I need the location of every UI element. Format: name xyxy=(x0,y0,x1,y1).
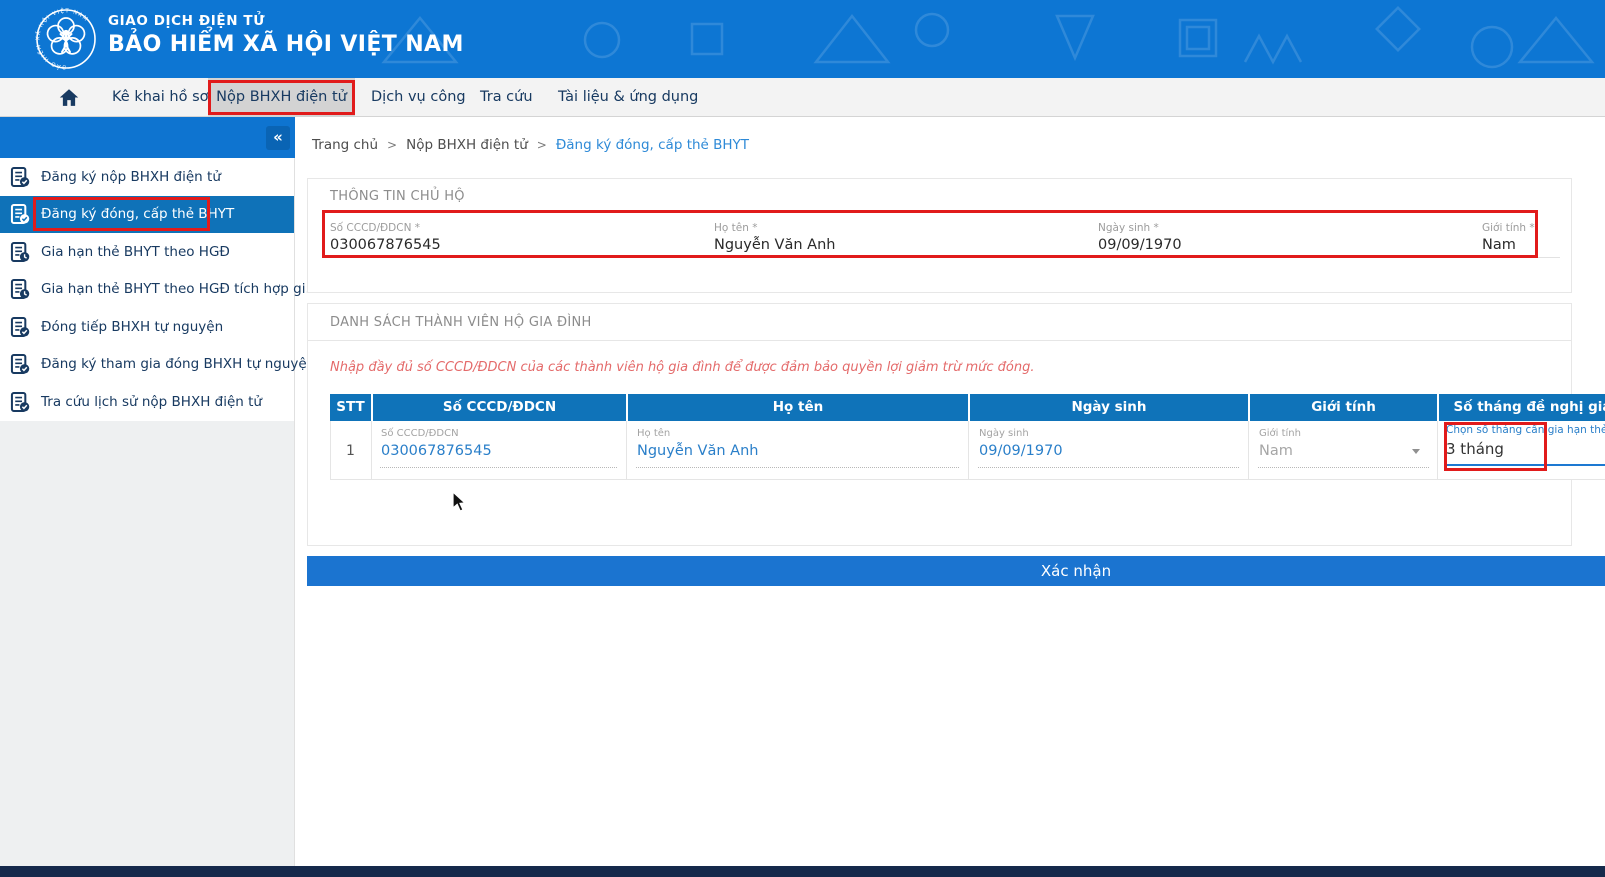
nav-item-tra-cuu[interactable]: Tra cứu xyxy=(480,78,533,117)
row-cccd-input[interactable]: Số CCCD/ĐDCN 030067876545 xyxy=(381,428,492,459)
sidebar-item-label: Đóng tiếp BHXH tự nguyện xyxy=(41,319,223,335)
doc-check-icon xyxy=(9,316,31,338)
breadcrumb-home[interactable]: Trang chủ xyxy=(312,137,378,153)
owner-cccd-value: 030067876545 xyxy=(330,237,698,253)
breadcrumb-nop-bhxh[interactable]: Nộp BHXH điện tử xyxy=(406,137,528,153)
sidebar-item-label: Gia hạn thẻ BHYT theo HGĐ tích hợp gi... xyxy=(41,281,318,297)
doc-check-icon xyxy=(9,391,31,413)
header-banner: BẢO HIỂM XÃ HỘI VIỆT NAM GIAO DỊCH ĐIỆN … xyxy=(0,0,1605,78)
members-note: Nhập đầy đủ số CCCD/ĐDCN của các thành v… xyxy=(330,360,1034,375)
home-icon[interactable] xyxy=(58,87,80,108)
breadcrumb-current-page: Đăng ký đóng, cấp thẻ BHYT xyxy=(556,137,749,153)
sidebar-item-dang-ky-nop-bhxh[interactable]: Đăng ký nộp BHXH điện tử xyxy=(0,158,294,196)
gender-input-underline xyxy=(1258,467,1429,468)
sidebar-item-gia-han-the-bhyt-hgd-tich-hop[interactable]: Gia hạn thẻ BHYT theo HGĐ tích hợp gi... xyxy=(0,271,294,309)
sidebar-item-tra-cuu-lich-su[interactable]: Tra cứu lịch sử nộp BHXH điện tử xyxy=(0,383,294,421)
mouse-cursor xyxy=(452,491,467,513)
owner-gender-field[interactable]: Giới tính * Nam xyxy=(1482,222,1560,258)
col-header-gender: Giới tính xyxy=(1250,394,1437,421)
owner-dob-value: 09/09/1970 xyxy=(1098,237,1466,253)
owner-section-title: THÔNG TIN CHỦ HỘ xyxy=(330,189,465,204)
column-divider xyxy=(968,421,969,480)
breadcrumb-separator: > xyxy=(387,138,397,152)
doc-check-icon xyxy=(9,353,31,375)
footer-bar xyxy=(0,866,1605,877)
row-name-input[interactable]: Họ tên Nguyễn Văn Anh xyxy=(637,428,758,459)
members-title-divider xyxy=(308,340,1571,341)
cccd-input-underline xyxy=(380,467,617,468)
column-divider xyxy=(371,421,372,480)
sidebar-item-dang-ky-tham-gia-dong-bhxh[interactable]: Đăng ký tham gia đóng BHXH tự nguyện xyxy=(0,346,294,384)
nav-item-dich-vu-cong[interactable]: Dịch vụ công xyxy=(371,78,466,117)
row-dob-label: Ngày sinh xyxy=(979,428,1063,439)
sidebar-item-dong-tiep-bhxh-tu-nguyen[interactable]: Đóng tiếp BHXH tự nguyện xyxy=(0,308,294,346)
breadcrumb-separator: > xyxy=(537,138,547,152)
row-gender-label: Giới tính xyxy=(1259,428,1301,439)
dob-input-underline xyxy=(978,467,1239,468)
row-stt-value: 1 xyxy=(330,443,371,459)
col-header-stt: STT xyxy=(330,394,371,421)
doc-clock-icon xyxy=(9,278,31,300)
row-cccd-value: 030067876545 xyxy=(381,443,492,459)
nav-item-nop-bhxh-dien-tu[interactable]: Nộp BHXH điện tử xyxy=(208,78,355,117)
row-gender-value: Nam xyxy=(1259,443,1301,459)
sidebar-item-label: Đăng ký đóng, cấp thẻ BHYT xyxy=(41,206,234,222)
column-divider xyxy=(1248,421,1249,480)
dong-son-pattern xyxy=(340,0,1605,78)
row-gender-select[interactable]: Giới tính Nam xyxy=(1259,428,1301,459)
owner-cccd-label: Số CCCD/ĐDCN * xyxy=(330,222,698,234)
owner-name-field[interactable]: Họ tên * Nguyễn Văn Anh xyxy=(714,222,1082,258)
row-months-select[interactable]: Chọn số tháng cần gia hạn thẻ BHYT 3 thá… xyxy=(1446,424,1605,458)
col-header-months: Số tháng đề nghị gia xyxy=(1439,394,1605,421)
members-section-title: DANH SÁCH THÀNH VIÊN HỘ GIA ĐÌNH xyxy=(330,315,592,330)
row-name-label: Họ tên xyxy=(637,428,758,439)
col-header-name: Họ tên xyxy=(628,394,968,421)
column-divider xyxy=(626,421,627,480)
months-focus-underline xyxy=(1446,464,1605,466)
sidebar-item-label: Tra cứu lịch sử nộp BHXH điện tử xyxy=(41,394,262,410)
col-header-cccd: Số CCCD/ĐDCN xyxy=(373,394,626,421)
row-dob-input[interactable]: Ngày sinh 09/09/1970 xyxy=(979,428,1063,459)
col-header-dob: Ngày sinh xyxy=(970,394,1248,421)
sidebar-item-label: Gia hạn thẻ BHYT theo HGĐ xyxy=(41,244,230,260)
bhxh-logo: BẢO HIỂM XÃ HỘI VIỆT NAM xyxy=(34,7,98,71)
sidebar-menu: Đăng ký nộp BHXH điện tử Đăng ký đóng, c… xyxy=(0,158,294,421)
name-input-underline xyxy=(636,467,959,468)
sidebar-item-gia-han-the-bhyt-hgd[interactable]: Gia hạn thẻ BHYT theo HGĐ xyxy=(0,233,294,271)
owner-gender-value: Nam xyxy=(1482,237,1560,253)
nav-item-ke-khai-ho-so[interactable]: Kê khai hồ sơ xyxy=(112,78,209,117)
doc-check-icon xyxy=(9,203,31,225)
row-cccd-label: Số CCCD/ĐDCN xyxy=(381,428,492,439)
row-months-label: Chọn số tháng cần gia hạn thẻ BHYT xyxy=(1446,424,1605,436)
row-months-value: 3 tháng xyxy=(1446,440,1605,458)
chevron-down-icon[interactable] xyxy=(1412,449,1420,454)
breadcrumb: Trang chủ > Nộp BHXH điện tử > Đăng ký đ… xyxy=(312,136,749,154)
row-name-value: Nguyễn Văn Anh xyxy=(637,443,758,459)
nav-item-tai-lieu-ung-dung[interactable]: Tài liệu & ứng dụng xyxy=(558,78,698,117)
doc-clock-icon xyxy=(9,241,31,263)
header-subtitle: GIAO DỊCH ĐIỆN TỬ xyxy=(108,13,265,29)
row-dob-value: 09/09/1970 xyxy=(979,443,1063,459)
doc-check-icon xyxy=(9,166,31,188)
owner-name-label: Họ tên * xyxy=(714,222,1082,234)
collapse-chevrons-icon: « xyxy=(273,128,283,146)
sidebar-item-dang-ky-dong-cap-the-bhyt[interactable]: Đăng ký đóng, cấp thẻ BHYT xyxy=(0,196,294,234)
owner-name-value: Nguyễn Văn Anh xyxy=(714,237,1082,253)
sidebar-header-strip xyxy=(0,117,295,158)
sidebar-collapse-button[interactable]: « xyxy=(266,126,290,150)
owner-gender-label: Giới tính * xyxy=(1482,222,1560,234)
sidebar-item-label: Đăng ký tham gia đóng BHXH tự nguyện xyxy=(41,356,315,372)
header-title: BẢO HIỂM XÃ HỘI VIỆT NAM xyxy=(108,32,464,57)
owner-dob-label: Ngày sinh * xyxy=(1098,222,1466,234)
sidebar-item-label: Đăng ký nộp BHXH điện tử xyxy=(41,169,221,185)
owner-cccd-field[interactable]: Số CCCD/ĐDCN * 030067876545 xyxy=(330,222,698,258)
owner-dob-field[interactable]: Ngày sinh * 09/09/1970 xyxy=(1098,222,1466,258)
app-window: BẢO HIỂM XÃ HỘI VIỆT NAM GIAO DỊCH ĐIỆN … xyxy=(0,0,1605,877)
confirm-button[interactable]: Xác nhận xyxy=(307,556,1605,586)
column-divider xyxy=(1437,421,1438,480)
